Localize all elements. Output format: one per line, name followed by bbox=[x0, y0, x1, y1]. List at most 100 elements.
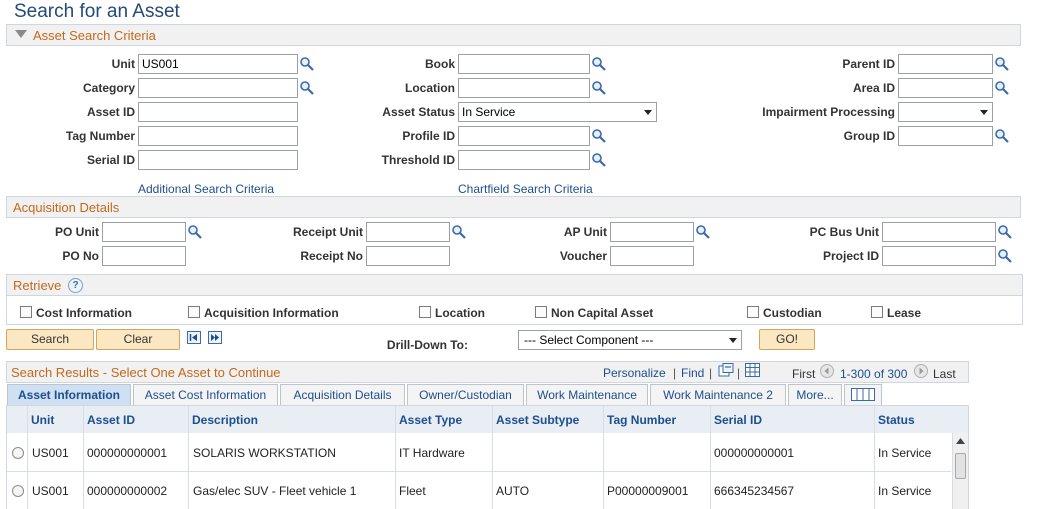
tab-work-maintenance[interactable]: Work Maintenance bbox=[526, 384, 648, 405]
asset-status-label: Asset Status bbox=[382, 105, 455, 119]
parent-id-lookup-search-icon[interactable] bbox=[994, 56, 1010, 72]
go-button[interactable]: GO! bbox=[759, 329, 815, 350]
drill-down-select[interactable]: --- Select Component --- bbox=[518, 330, 742, 350]
cell-status: In Service bbox=[878, 484, 932, 498]
acquisition-information-label: Acquisition Information bbox=[204, 306, 339, 320]
col-description[interactable]: Description bbox=[192, 413, 258, 427]
next-page-icon[interactable] bbox=[914, 364, 928, 378]
acquisition-details-header: Acquisition Details bbox=[6, 196, 1021, 218]
chartfield-search-criteria-link[interactable]: Chartfield Search Criteria bbox=[458, 182, 593, 196]
book-input[interactable] bbox=[458, 54, 590, 74]
grid-divider bbox=[710, 406, 711, 509]
cost-information-label: Cost Information bbox=[36, 306, 132, 320]
col-asset-id[interactable]: Asset ID bbox=[87, 413, 135, 427]
previous-page-icon[interactable] bbox=[820, 364, 834, 378]
grid-divider bbox=[395, 406, 396, 509]
download-grid-icon[interactable] bbox=[745, 363, 760, 377]
cell-asset-type: Fleet bbox=[399, 484, 426, 498]
asset-status-select[interactable]: In Service bbox=[458, 102, 657, 122]
asset-search-criteria-header[interactable]: Asset Search Criteria bbox=[6, 24, 1021, 46]
find-link[interactable]: Find bbox=[681, 366, 704, 380]
tab-owner-custodian[interactable]: Owner/Custodian bbox=[407, 384, 524, 405]
pc-bus-unit-input[interactable] bbox=[882, 222, 996, 242]
project-id-input[interactable] bbox=[882, 246, 996, 266]
unit-label: Unit bbox=[111, 57, 135, 71]
area-id-input[interactable] bbox=[898, 78, 993, 98]
col-serial-id[interactable]: Serial ID bbox=[714, 413, 762, 427]
receipt-no-input[interactable] bbox=[366, 246, 450, 266]
show-all-columns-tab[interactable] bbox=[844, 384, 882, 405]
asset-status-value: In Service bbox=[462, 105, 516, 119]
receipt-unit-input[interactable] bbox=[366, 222, 450, 242]
location-lookup-search-icon[interactable] bbox=[591, 80, 607, 96]
profile-id-input[interactable] bbox=[458, 126, 590, 146]
additional-search-criteria-link[interactable]: Additional Search Criteria bbox=[138, 182, 274, 196]
previous-nav-icon[interactable] bbox=[187, 331, 201, 344]
tab-asset-cost-information[interactable]: Asset Cost Information bbox=[133, 384, 278, 405]
ap-unit-lookup-search-icon[interactable] bbox=[695, 224, 711, 240]
tab-work-maintenance-2[interactable]: Work Maintenance 2 bbox=[650, 384, 786, 405]
po-unit-lookup-search-icon[interactable] bbox=[187, 224, 203, 240]
clear-button[interactable]: Clear bbox=[96, 329, 180, 350]
acquisition-information-checkbox[interactable] bbox=[188, 306, 200, 318]
location-input[interactable] bbox=[458, 78, 590, 98]
show-all-columns-icon bbox=[851, 388, 875, 401]
voucher-input[interactable] bbox=[610, 246, 694, 266]
cost-information-checkbox[interactable] bbox=[20, 306, 32, 318]
custodian-checkbox[interactable] bbox=[747, 306, 759, 318]
impairment-processing-select[interactable] bbox=[898, 102, 993, 122]
next-nav-icon[interactable] bbox=[208, 331, 222, 344]
view-all-icon[interactable] bbox=[718, 363, 734, 378]
threshold-id-label: Threshold ID bbox=[381, 153, 455, 167]
grid-divider bbox=[492, 406, 493, 509]
row-select-radio[interactable] bbox=[12, 447, 24, 459]
threshold-id-input[interactable] bbox=[458, 150, 590, 170]
row-select-radio[interactable] bbox=[12, 485, 24, 497]
tab-more[interactable]: More... bbox=[788, 384, 842, 405]
collapse-triangle-icon[interactable] bbox=[15, 30, 27, 38]
project-id-lookup-search-icon[interactable] bbox=[997, 248, 1013, 264]
help-icon[interactable]: ? bbox=[68, 278, 83, 293]
parent-id-input[interactable] bbox=[898, 54, 993, 74]
tab-asset-information[interactable]: Asset Information bbox=[7, 384, 131, 405]
scroll-up-icon[interactable] bbox=[956, 438, 965, 444]
profile-id-lookup-search-icon[interactable] bbox=[591, 128, 607, 144]
area-id-lookup-search-icon[interactable] bbox=[994, 80, 1010, 96]
pc-bus-unit-lookup-search-icon[interactable] bbox=[997, 224, 1013, 240]
tab-acquisition-details[interactable]: Acquisition Details bbox=[280, 384, 405, 405]
col-status[interactable]: Status bbox=[878, 413, 915, 427]
col-tag-number[interactable]: Tag Number bbox=[607, 413, 676, 427]
dropdown-arrow-icon bbox=[729, 338, 737, 343]
location-checkbox[interactable] bbox=[419, 306, 431, 318]
group-id-lookup-search-icon[interactable] bbox=[994, 128, 1010, 144]
unit-input[interactable]: US001 bbox=[138, 54, 298, 74]
col-unit[interactable]: Unit bbox=[31, 413, 54, 427]
ap-unit-input[interactable] bbox=[610, 222, 694, 242]
threshold-id-lookup-search-icon[interactable] bbox=[591, 152, 607, 168]
po-unit-label: PO Unit bbox=[55, 225, 99, 239]
po-no-label: PO No bbox=[62, 249, 99, 263]
tag-number-input[interactable] bbox=[138, 126, 298, 146]
scroll-thumb[interactable] bbox=[955, 453, 966, 479]
asset-id-input[interactable] bbox=[138, 102, 298, 122]
serial-id-input[interactable] bbox=[138, 150, 298, 170]
non-capital-asset-checkbox[interactable] bbox=[535, 306, 547, 318]
cell-asset-subtype: AUTO bbox=[496, 484, 530, 498]
group-id-input[interactable] bbox=[898, 126, 993, 146]
col-asset-type[interactable]: Asset Type bbox=[399, 413, 462, 427]
drill-down-value: --- Select Component --- bbox=[524, 333, 654, 347]
book-lookup-search-icon[interactable] bbox=[591, 56, 607, 72]
col-asset-subtype[interactable]: Asset Subtype bbox=[496, 413, 579, 427]
asset-search-criteria-title: Asset Search Criteria bbox=[33, 28, 156, 43]
unit-lookup-search-icon[interactable] bbox=[299, 56, 315, 72]
po-unit-input[interactable] bbox=[102, 222, 186, 242]
search-button[interactable]: Search bbox=[6, 329, 94, 350]
category-lookup-search-icon[interactable] bbox=[299, 80, 315, 96]
lease-checkbox[interactable] bbox=[871, 306, 883, 318]
personalize-link[interactable]: Personalize bbox=[603, 366, 666, 380]
receipt-unit-lookup-search-icon[interactable] bbox=[451, 224, 467, 240]
cell-tag-number: P00000009001 bbox=[607, 484, 689, 498]
category-input[interactable] bbox=[138, 78, 298, 98]
po-no-input[interactable] bbox=[102, 246, 186, 266]
vertical-scrollbar[interactable] bbox=[952, 433, 968, 509]
